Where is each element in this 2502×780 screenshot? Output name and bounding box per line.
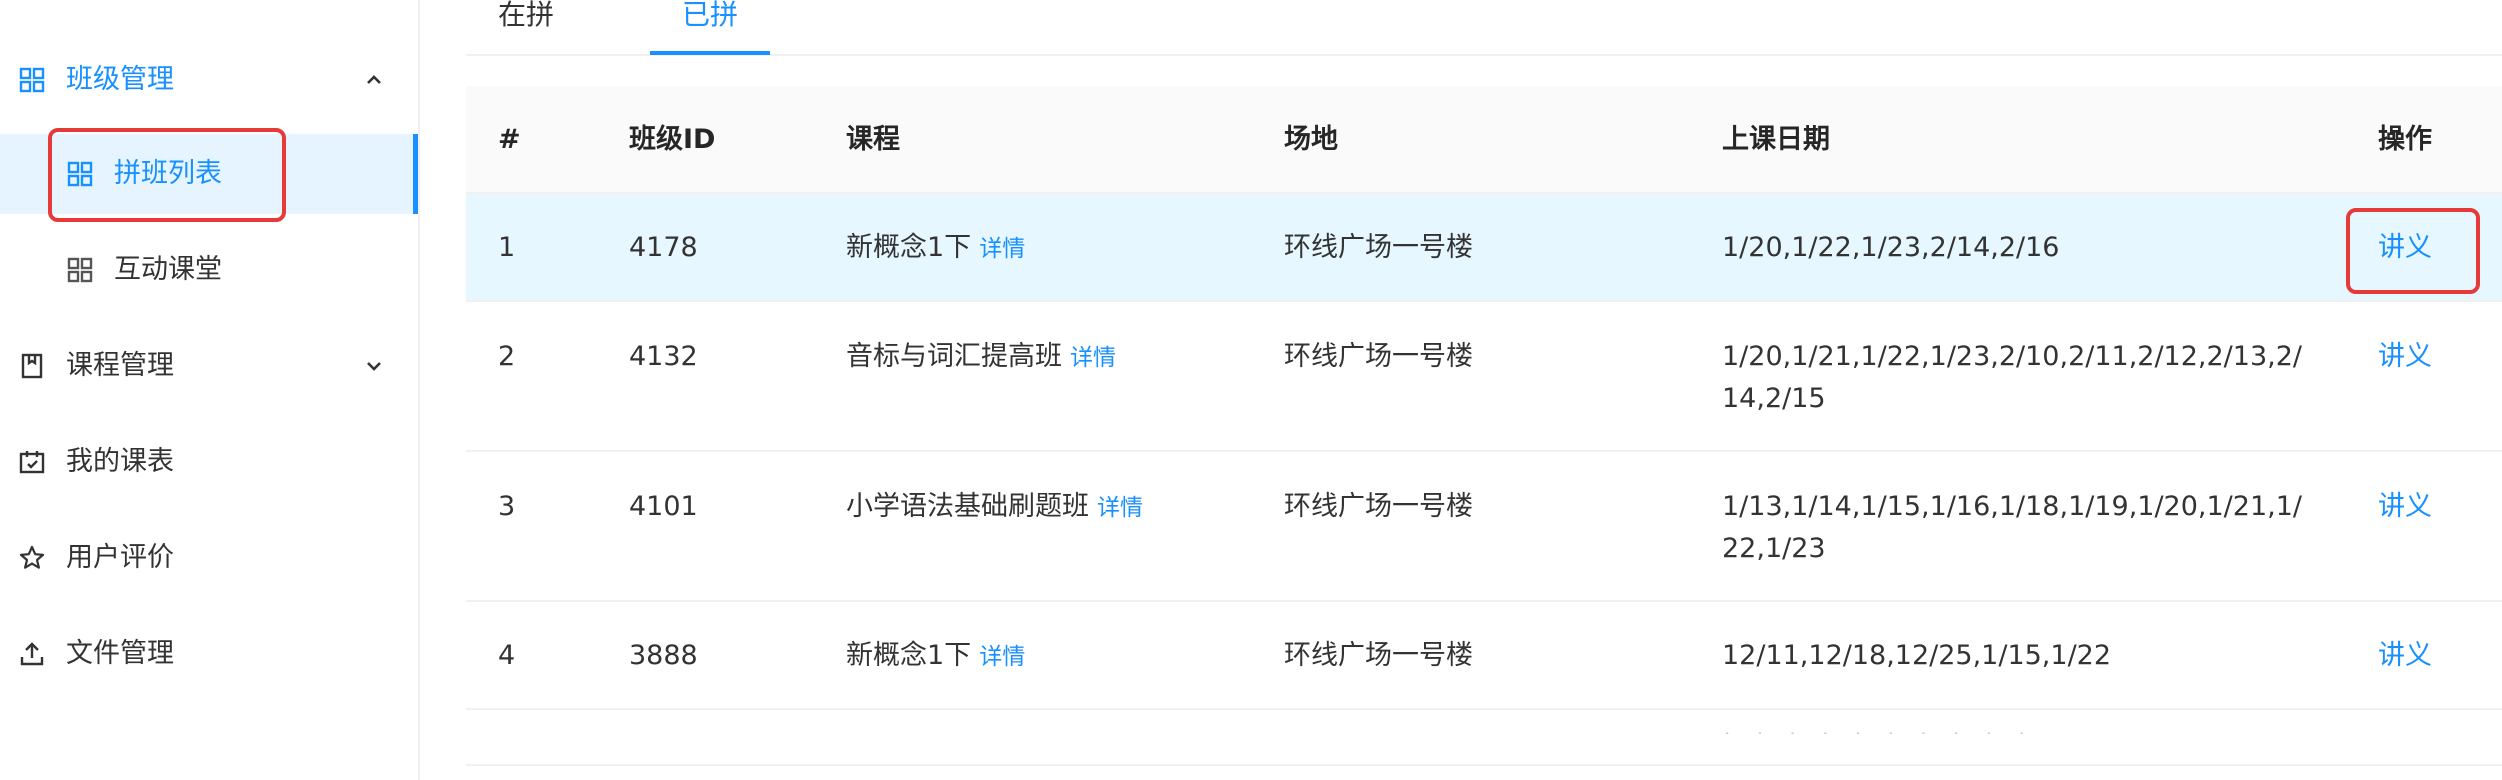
annotation-highlight-class-list — [48, 128, 286, 222]
cell-venue: 环线广场一号楼 — [1284, 640, 1473, 671]
book-icon — [18, 352, 46, 380]
sidebar-item-interactive-classroom[interactable]: 互动课堂 — [0, 230, 418, 310]
tab-completed[interactable]: 已拼 — [682, 0, 738, 30]
cell-index: 2 — [498, 341, 516, 372]
cell-class-id: 4178 — [629, 232, 698, 263]
detail-link[interactable]: 详情 — [1070, 345, 1116, 371]
upload-icon — [18, 640, 46, 668]
course-name: 新概念1下 — [846, 232, 972, 263]
menu-user-reviews[interactable]: 用户评价 — [0, 518, 418, 598]
table-header: # 班级ID 课程 场地 上课日期 操作 — [466, 86, 2502, 194]
cell-course: 新概念1下 详情 — [846, 227, 1025, 270]
detail-link[interactable]: 详情 — [979, 644, 1025, 670]
chevron-up-icon — [362, 68, 386, 92]
menu-course-management[interactable]: 课程管理 — [0, 326, 418, 406]
handout-link[interactable]: 讲义 — [2378, 336, 2432, 378]
column-header-course: 课程 — [846, 124, 900, 155]
course-name: 音标与词汇提高班 — [846, 341, 1062, 372]
grid-icon — [18, 66, 46, 94]
tab-in-progress[interactable]: 在拼 — [498, 0, 554, 30]
column-header-dates: 上课日期 — [1722, 124, 1830, 155]
menu-my-schedule-label: 我的课表 — [66, 446, 174, 477]
tabs-divider — [466, 54, 2502, 56]
cell-venue: 环线广场一号楼 — [1284, 491, 1473, 522]
chevron-down-icon — [362, 354, 386, 378]
menu-my-schedule[interactable]: 我的课表 — [0, 422, 418, 502]
sidebar-divider — [418, 0, 420, 780]
cell-class-id: 4132 — [629, 341, 698, 372]
course-name: 小学语法基础刷题班 — [846, 491, 1089, 522]
cell-venue: 环线广场一号楼 — [1284, 341, 1473, 372]
menu-class-management[interactable]: 班级管理 — [0, 40, 418, 120]
course-name: 新概念1下 — [846, 640, 972, 671]
cut-off-row-content: · · · · · · · · · · — [1724, 722, 2035, 734]
handout-link[interactable]: 讲义 — [2378, 486, 2432, 528]
menu-course-management-label: 课程管理 — [66, 350, 174, 381]
tab-active-indicator — [650, 51, 770, 55]
table-row[interactable]: 2 4132 音标与词汇提高班 详情 环线广场一号楼 1/20,1/21,1/22… — [466, 302, 2502, 452]
column-header-index: # — [498, 124, 521, 155]
sidebar: 班级管理 拼班列表 互动课堂 课程管理 我的课表 用户评价 文件管理 — [0, 0, 418, 780]
table-row[interactable]: 1 4178 新概念1下 详情 环线广场一号楼 1/20,1/22,1/23,2/… — [466, 194, 2502, 302]
column-header-venue: 场地 — [1284, 124, 1338, 155]
cell-venue: 环线广场一号楼 — [1284, 232, 1473, 263]
cell-index: 3 — [498, 491, 516, 522]
cell-class-id: 3888 — [629, 640, 698, 671]
cell-dates: 12/11,12/18,12/25,1/15,1/22 — [1722, 640, 2112, 671]
calendar-icon — [18, 448, 46, 476]
column-header-actions: 操作 — [2378, 124, 2432, 155]
star-icon — [18, 544, 46, 572]
cell-course: 小学语法基础刷题班 详情 — [846, 486, 1143, 529]
detail-link[interactable]: 详情 — [979, 236, 1025, 262]
cell-dates: 1/20,1/22,1/23,2/14,2/16 — [1722, 232, 2060, 263]
detail-link[interactable]: 详情 — [1097, 495, 1143, 521]
cell-course: 音标与词汇提高班 详情 — [846, 336, 1116, 379]
menu-class-management-label: 班级管理 — [66, 64, 174, 95]
cell-class-id: 4101 — [629, 491, 698, 522]
cell-dates: 1/13,1/14,1/15,1/16,1/18,1/19,1/20,1/21,… — [1722, 491, 2302, 564]
annotation-highlight-handout — [2346, 208, 2480, 294]
column-header-class-id: 班级ID — [629, 124, 716, 155]
menu-file-management[interactable]: 文件管理 — [0, 614, 418, 694]
grid-icon — [66, 256, 94, 284]
table-row[interactable]: 3 4101 小学语法基础刷题班 详情 环线广场一号楼 1/13,1/14,1/1… — [466, 452, 2502, 602]
menu-user-reviews-label: 用户评价 — [66, 542, 174, 573]
sidebar-item-interactive-classroom-label: 互动课堂 — [114, 254, 222, 285]
cell-index: 4 — [498, 640, 516, 671]
cell-index: 1 — [498, 232, 516, 263]
cell-dates: 1/20,1/21,1/22,1/23,2/10,2/11,2/12,2/13,… — [1722, 341, 2302, 414]
menu-file-management-label: 文件管理 — [66, 638, 174, 669]
cell-course: 新概念1下 详情 — [846, 635, 1025, 678]
handout-link[interactable]: 讲义 — [2378, 635, 2432, 677]
table-row[interactable]: 4 3888 新概念1下 详情 环线广场一号楼 12/11,12/18,12/25… — [466, 602, 2502, 710]
table-bottom-border — [466, 764, 2502, 766]
